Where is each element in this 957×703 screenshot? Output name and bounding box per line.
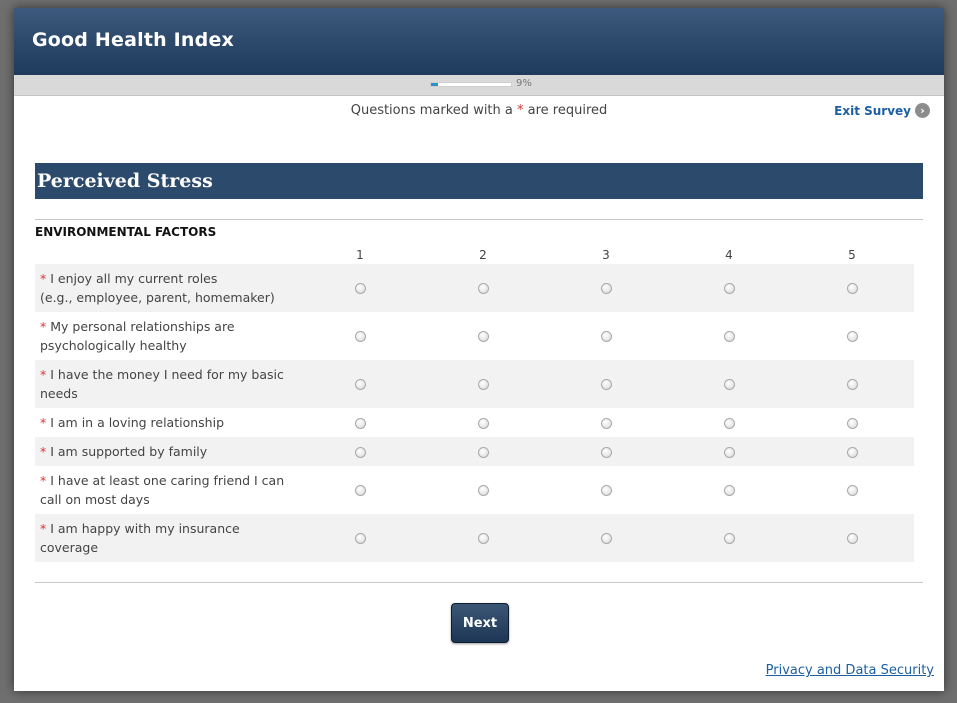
rating-radio-1[interactable] (355, 533, 366, 544)
progress-fill (431, 83, 439, 86)
rating-radio-4[interactable] (724, 417, 735, 429)
scale-label-2: 2 (479, 248, 487, 262)
rating-radio-5[interactable] (847, 283, 858, 294)
question-text: * I have the money I need for my basic ne… (40, 365, 300, 403)
rating-radio-4[interactable] (724, 283, 735, 294)
question-text: * I am in a loving relationship (40, 413, 300, 432)
question-row: * I have at least one caring friend I ca… (35, 466, 914, 514)
rating-radio-4[interactable] (724, 446, 735, 458)
rating-radio-1[interactable] (355, 331, 366, 342)
required-note-before: Questions marked with a (350, 103, 518, 118)
required-star: * (40, 271, 47, 286)
scale-label-1: 1 (356, 248, 364, 262)
next-button[interactable]: Next (451, 603, 509, 643)
question-list: * I enjoy all my current roles (e.g., emp… (35, 264, 914, 562)
question-text: * I am happy with my insurance coverage (40, 519, 300, 557)
scale-header: 1 2 3 4 5 (14, 248, 944, 262)
rating-radio-1[interactable] (355, 446, 366, 458)
required-note: Questions marked with a * are required (14, 103, 944, 118)
rating-radio-3[interactable] (601, 283, 612, 294)
question-text: * I enjoy all my current roles (e.g., emp… (40, 269, 300, 307)
question-line-2: (e.g., employee, parent, homemaker) (40, 290, 275, 305)
rating-radio-4[interactable] (724, 379, 735, 390)
rating-radio-5[interactable] (847, 417, 858, 429)
scale-label-5: 5 (848, 248, 856, 262)
divider-top (35, 219, 923, 220)
rating-radio-2[interactable] (478, 485, 489, 496)
rating-radio-5[interactable] (847, 331, 858, 342)
question-row: * I enjoy all my current roles (e.g., emp… (35, 264, 914, 312)
question-line-1: I am supported by family (50, 444, 208, 459)
rating-radio-1[interactable] (355, 417, 366, 429)
chevron-right-icon: › (915, 103, 930, 118)
rating-radio-3[interactable] (601, 331, 612, 342)
question-row: * I am happy with my insurance coverage (35, 514, 914, 562)
question-line-2: needs (40, 386, 78, 401)
rating-radio-5[interactable] (847, 446, 858, 458)
progress-row: 9% (14, 75, 944, 96)
question-line-2: coverage (40, 540, 99, 555)
question-row: * I am in a loving relationship (35, 408, 914, 437)
section-title: Perceived Stress (35, 163, 923, 199)
rating-radio-2[interactable] (478, 379, 489, 390)
app-title: Good Health Index (32, 29, 235, 51)
required-star: * (40, 415, 47, 430)
group-label: ENVIRONMENTAL FACTORS (35, 225, 217, 239)
required-star: * (40, 521, 47, 536)
question-line-1: I am in a loving relationship (50, 415, 225, 430)
question-line-1: I have at least one caring friend I can (50, 473, 285, 488)
rating-radio-4[interactable] (724, 331, 735, 342)
privacy-link[interactable]: Privacy and Data Security (766, 663, 934, 678)
question-line-2: call on most days (40, 492, 150, 507)
rating-radio-2[interactable] (478, 446, 489, 458)
rating-radio-3[interactable] (601, 485, 612, 496)
question-line-2: psychologically healthy (40, 338, 187, 353)
rating-radio-4[interactable] (724, 485, 735, 496)
required-star: * (40, 444, 47, 459)
rating-radio-1[interactable] (355, 379, 366, 390)
exit-survey-link[interactable]: Exit Survey › (834, 103, 930, 118)
rating-radio-1[interactable] (355, 485, 366, 496)
app-header: Good Health Index (14, 8, 944, 75)
required-star: * (40, 319, 47, 334)
rating-radio-2[interactable] (478, 331, 489, 342)
required-star: * (40, 473, 47, 488)
rating-radio-3[interactable] (601, 417, 612, 429)
question-line-1: I am happy with my insurance (50, 521, 240, 536)
rating-radio-2[interactable] (478, 533, 489, 544)
exit-survey-label: Exit Survey (834, 103, 911, 118)
question-line-1: My personal relationships are (50, 319, 235, 334)
progress-bar (430, 82, 512, 87)
question-row: * I have the money I need for my basic ne… (35, 360, 914, 408)
rating-radio-2[interactable] (478, 283, 489, 294)
question-line-1: I have the money I need for my basic (50, 367, 284, 382)
rating-radio-1[interactable] (355, 283, 366, 294)
required-note-after: are required (523, 103, 608, 118)
rating-radio-3[interactable] (601, 533, 612, 544)
rating-radio-3[interactable] (601, 379, 612, 390)
question-line-1: I enjoy all my current roles (50, 271, 218, 286)
question-row: * I am supported by family (35, 437, 914, 466)
question-row: * My personal relationships are psycholog… (35, 312, 914, 360)
rating-radio-5[interactable] (847, 379, 858, 390)
rating-radio-3[interactable] (601, 446, 612, 458)
rating-radio-2[interactable] (478, 417, 489, 429)
divider-bottom (35, 582, 923, 583)
rating-radio-5[interactable] (847, 485, 858, 496)
progress-label: 9% (516, 78, 532, 89)
question-text: * I am supported by family (40, 442, 300, 461)
survey-window: Good Health Index 9% Questions marked wi… (14, 8, 944, 691)
rating-radio-5[interactable] (847, 533, 858, 544)
rating-radio-4[interactable] (724, 533, 735, 544)
question-text: * My personal relationships are psycholog… (40, 317, 300, 355)
required-star: * (40, 367, 47, 382)
scale-label-4: 4 (725, 248, 733, 262)
scale-label-3: 3 (602, 248, 610, 262)
question-text: * I have at least one caring friend I ca… (40, 471, 300, 509)
